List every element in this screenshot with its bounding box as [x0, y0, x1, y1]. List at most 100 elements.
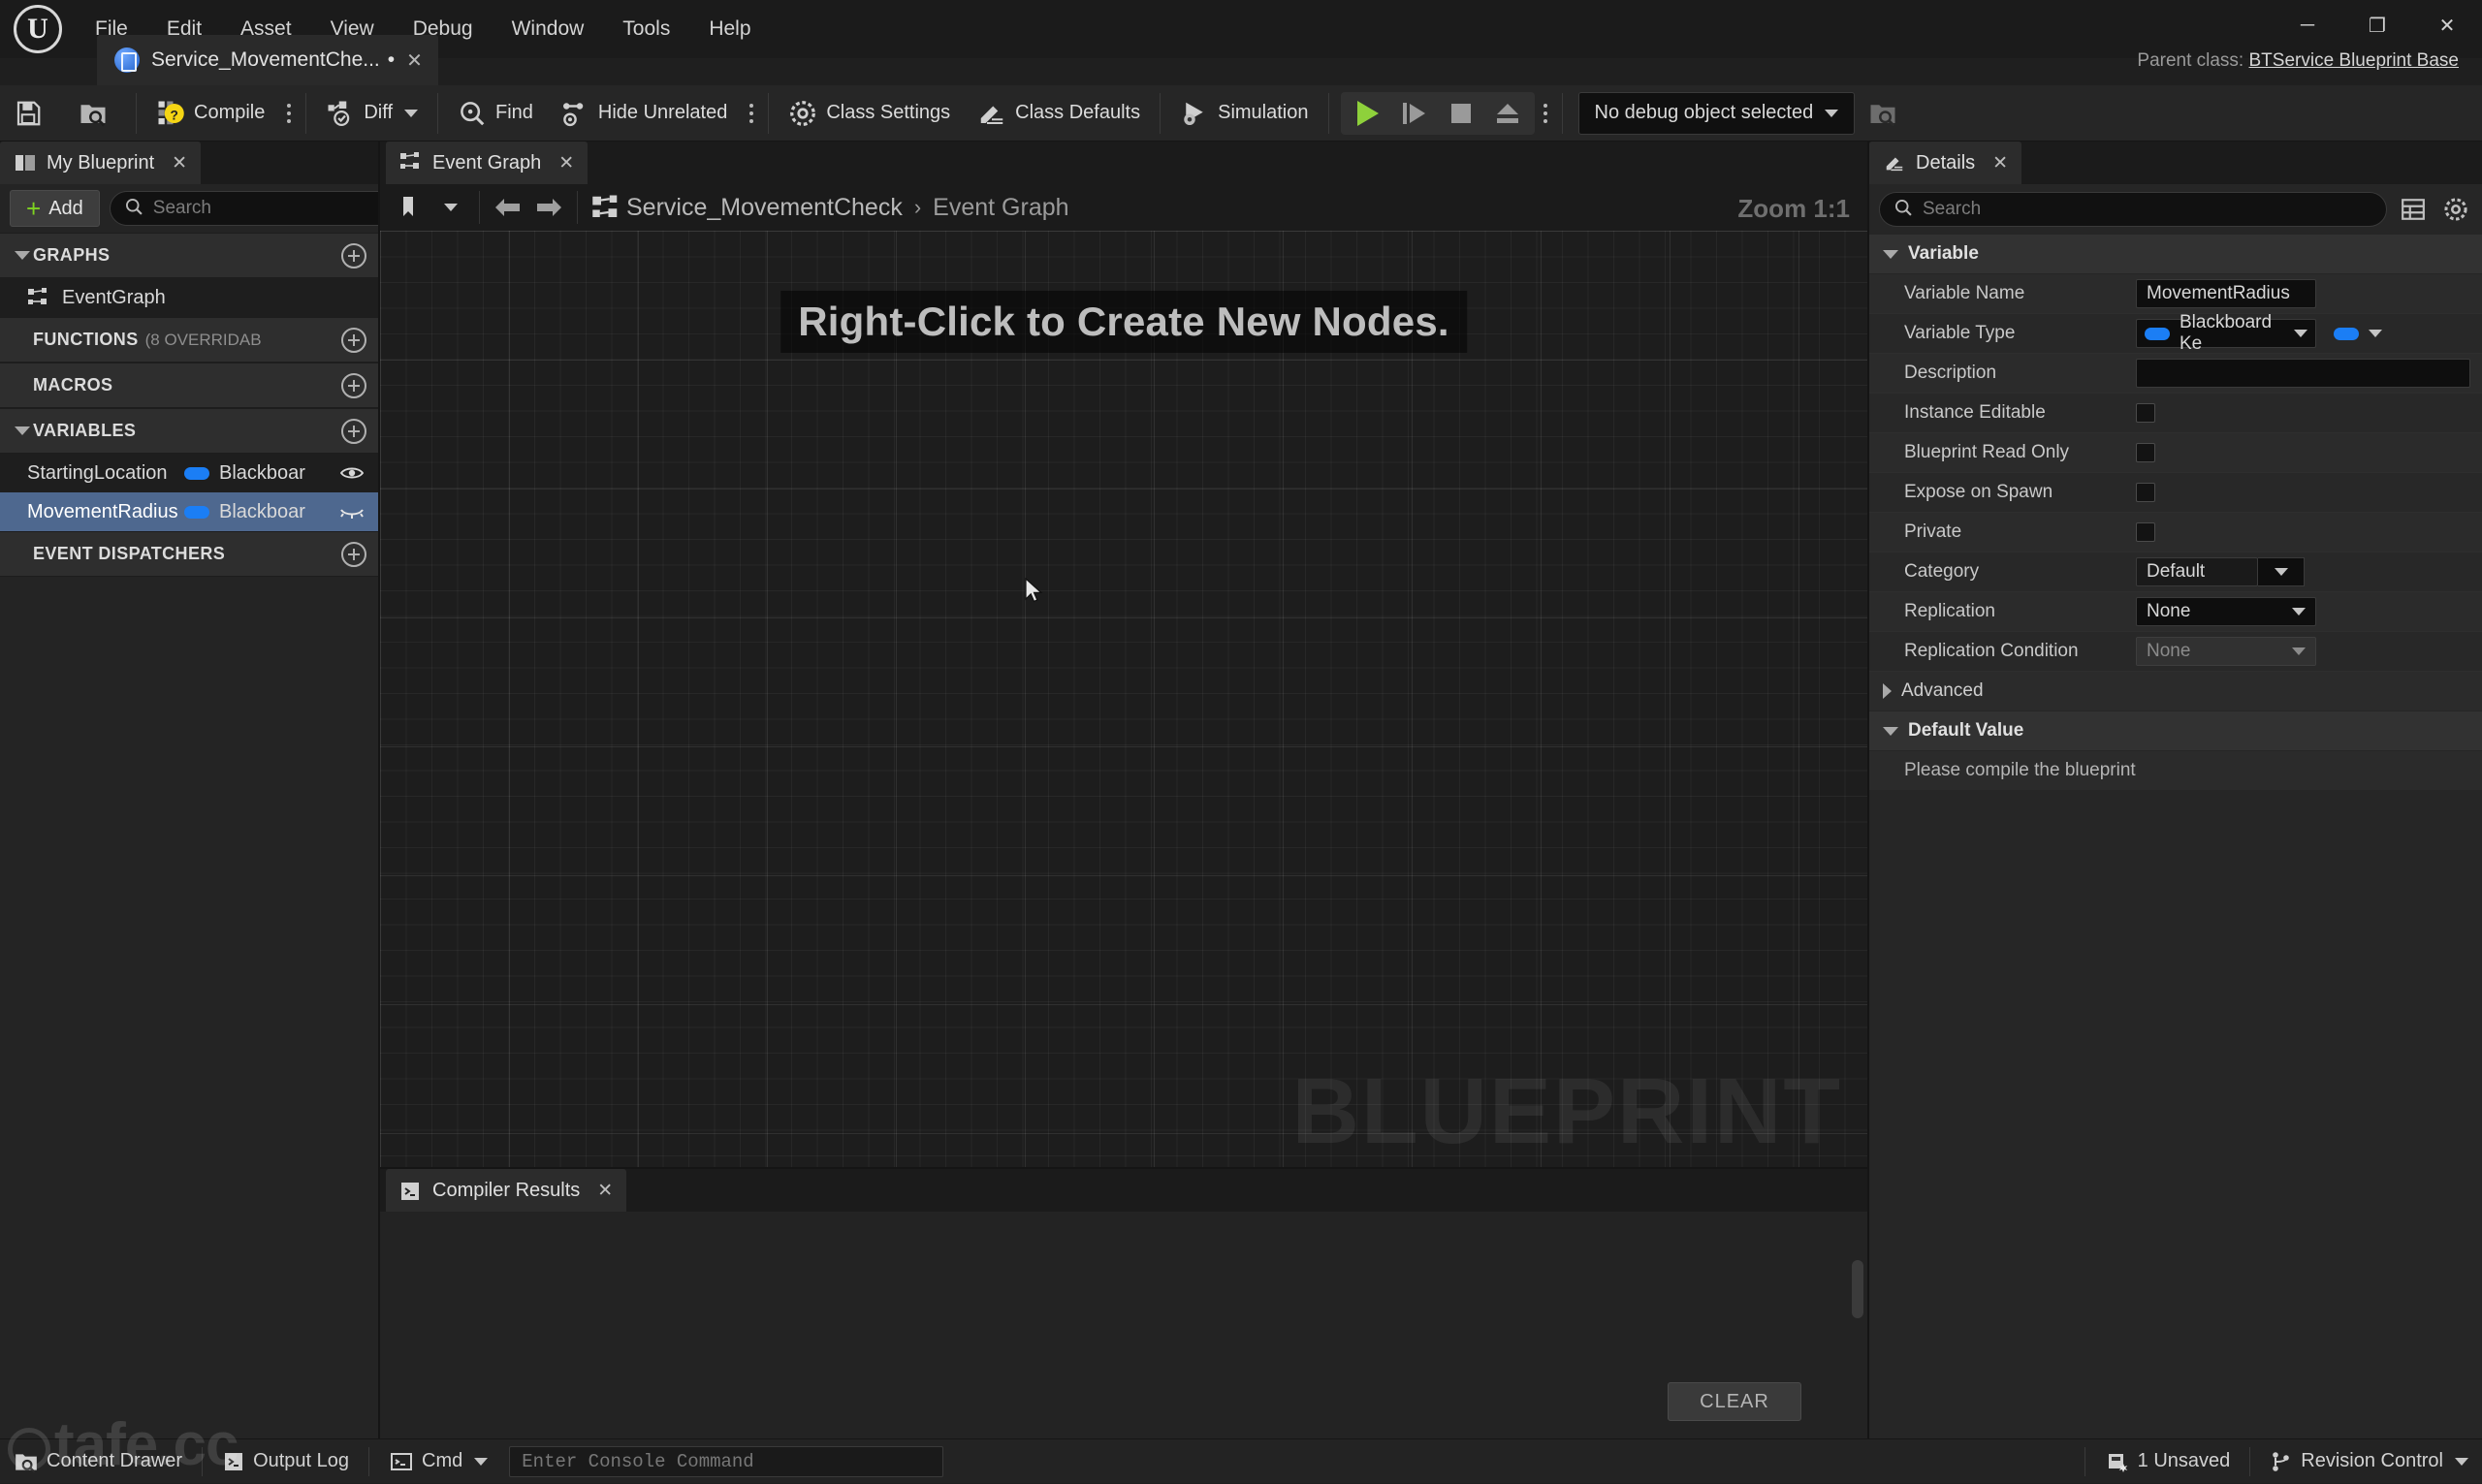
debug-browse-button[interactable]	[1855, 85, 1920, 142]
detail-label: Replication Condition	[1904, 641, 2079, 661]
play-options-button[interactable]	[1535, 85, 1556, 142]
variable-name-label: MovementRadius	[27, 500, 178, 522]
class-defaults-button[interactable]: Class Defaults	[964, 85, 1154, 142]
blueprint-read-only-checkbox[interactable]	[2136, 443, 2155, 462]
console-command-field[interactable]	[509, 1445, 944, 1477]
revision-control-button[interactable]: Revision Control	[2256, 1439, 2482, 1484]
add-graph-button[interactable]	[341, 242, 366, 268]
graph-item-eventgraph[interactable]: EventGraph	[0, 278, 378, 317]
add-button[interactable]: + Add	[10, 190, 100, 227]
caret-down-icon	[12, 251, 33, 260]
output-log-button[interactable]: Output Log	[208, 1439, 363, 1484]
detail-row-description: Description	[1869, 354, 2482, 394]
asset-tab-service-movementcheck[interactable]: Service_MovementChe... • ✕	[97, 35, 438, 85]
chevron-down-icon	[2292, 647, 2306, 655]
instance-editable-checkbox[interactable]	[2136, 403, 2155, 423]
simulation-button[interactable]: Simulation	[1166, 85, 1321, 142]
add-function-button[interactable]	[341, 327, 366, 353]
eject-icon	[1496, 103, 1518, 123]
hide-unrelated-options-button[interactable]	[741, 85, 762, 142]
tab-my-blueprint[interactable]: My Blueprint ✕	[0, 142, 202, 184]
section-functions[interactable]: FUNCTIONS (8 OVERRIDAB	[0, 317, 378, 363]
breadcrumb-root[interactable]: Service_MovementCheck	[626, 194, 903, 222]
save-button[interactable]	[0, 85, 65, 142]
browse-asset-button[interactable]	[65, 85, 130, 142]
panel-divider-bottom[interactable]	[380, 1167, 1867, 1169]
asset-tab-strip: Service_MovementChe... • ✕	[0, 35, 2482, 85]
details-section-advanced[interactable]: Advanced	[1869, 672, 2482, 711]
section-macros[interactable]: MACROS	[0, 363, 378, 408]
details-search-input[interactable]	[1923, 199, 2372, 220]
details-section-default-value[interactable]: Default Value	[1869, 711, 2482, 751]
section-event-dispatchers[interactable]: EVENT DISPATCHERS	[0, 531, 378, 577]
debug-object-select[interactable]: No debug object selected	[1577, 91, 1856, 135]
section-macros-label: MACROS	[33, 375, 113, 395]
category-dropdown-button[interactable]	[2258, 557, 2305, 586]
tab-compiler-results[interactable]: Compiler Results ✕	[386, 1169, 627, 1212]
bookmark-button[interactable]	[390, 187, 430, 228]
close-icon[interactable]: ✕	[172, 152, 187, 174]
search-input[interactable]	[152, 198, 391, 219]
diff-button[interactable]: Diff	[312, 85, 431, 142]
navigate-forward-button[interactable]	[528, 187, 569, 228]
my-blueprint-search[interactable]	[109, 191, 405, 226]
graph-canvas[interactable]: Right-Click to Create New Nodes. BLUEPRI…	[380, 231, 1867, 1169]
variable-name-input[interactable]: MovementRadius	[2136, 279, 2316, 308]
add-variable-button[interactable]	[341, 418, 366, 444]
eye-hidden-icon[interactable]	[335, 503, 368, 521]
close-icon[interactable]: ✕	[406, 48, 423, 73]
status-divider	[202, 1446, 204, 1476]
cmd-mode-button[interactable]: Cmd	[375, 1439, 501, 1484]
panel-divider-right[interactable]	[1867, 142, 1869, 1438]
my-blueprint-panel: My Blueprint ✕ + Add GRAPHS EventGraph	[0, 142, 440, 1438]
hide-unrelated-button[interactable]: Hide Unrelated	[547, 85, 741, 142]
category-combo[interactable]: Default	[2136, 557, 2305, 586]
console-command-input[interactable]	[522, 1450, 932, 1472]
private-checkbox[interactable]	[2136, 522, 2155, 542]
section-functions-label: FUNCTIONS	[33, 330, 139, 349]
compile-options-button[interactable]	[278, 85, 300, 142]
details-view-grid-button[interactable]	[2397, 193, 2430, 226]
unsaved-button[interactable]: 1 Unsaved	[2091, 1439, 2244, 1484]
variable-type-label: Blackboar	[219, 500, 305, 522]
close-icon[interactable]: ✕	[597, 1180, 613, 1202]
cmd-label: Cmd	[422, 1450, 463, 1471]
details-settings-button[interactable]	[2439, 193, 2472, 226]
play-controls	[1340, 91, 1535, 135]
find-button[interactable]: Find	[444, 85, 547, 142]
search-icon	[1893, 198, 1913, 222]
section-variables[interactable]: VARIABLES	[0, 408, 378, 454]
expose-on-spawn-checkbox[interactable]	[2136, 483, 2155, 502]
content-drawer-button[interactable]: Content Drawer	[0, 1439, 196, 1484]
section-graphs[interactable]: GRAPHS	[0, 233, 378, 278]
replication-condition-select: None	[2136, 637, 2316, 666]
close-icon[interactable]: ✕	[1992, 152, 2008, 174]
compiler-results-scrollbar[interactable]	[1852, 1260, 1863, 1454]
navigate-back-button[interactable]	[488, 187, 528, 228]
eye-visible-icon[interactable]	[335, 464, 368, 482]
close-icon[interactable]: ✕	[558, 152, 574, 174]
bookmark-dropdown-button[interactable]	[430, 187, 471, 228]
tab-details[interactable]: Details ✕	[1869, 142, 2022, 184]
replication-select[interactable]: None	[2136, 597, 2316, 626]
clear-button[interactable]: CLEAR	[1668, 1382, 1801, 1421]
add-event-dispatcher-button[interactable]	[341, 541, 366, 567]
class-settings-button[interactable]: Class Settings	[775, 85, 964, 142]
panel-divider-left[interactable]	[378, 142, 380, 1438]
step-button[interactable]	[1391, 92, 1438, 135]
variable-row-movementradius[interactable]: MovementRadius Blackboar	[0, 492, 378, 531]
toolbar-divider	[1160, 92, 1161, 134]
eject-button[interactable]	[1484, 92, 1531, 135]
add-macro-button[interactable]	[341, 372, 366, 398]
compile-button[interactable]: ? Compile	[143, 85, 278, 142]
tab-event-graph[interactable]: Event Graph ✕	[386, 142, 589, 184]
stop-button[interactable]	[1438, 92, 1484, 135]
play-button[interactable]	[1345, 92, 1391, 135]
details-section-variable[interactable]: Variable	[1869, 235, 2482, 274]
variable-subtype-select[interactable]	[2328, 319, 2388, 348]
details-search[interactable]	[1879, 192, 2387, 227]
description-input[interactable]	[2136, 359, 2470, 388]
chevron-down-icon	[474, 1457, 489, 1466]
variable-row-startinglocation[interactable]: StartingLocation Blackboar	[0, 454, 378, 492]
variable-type-select[interactable]: Blackboard Ke	[2136, 312, 2316, 354]
